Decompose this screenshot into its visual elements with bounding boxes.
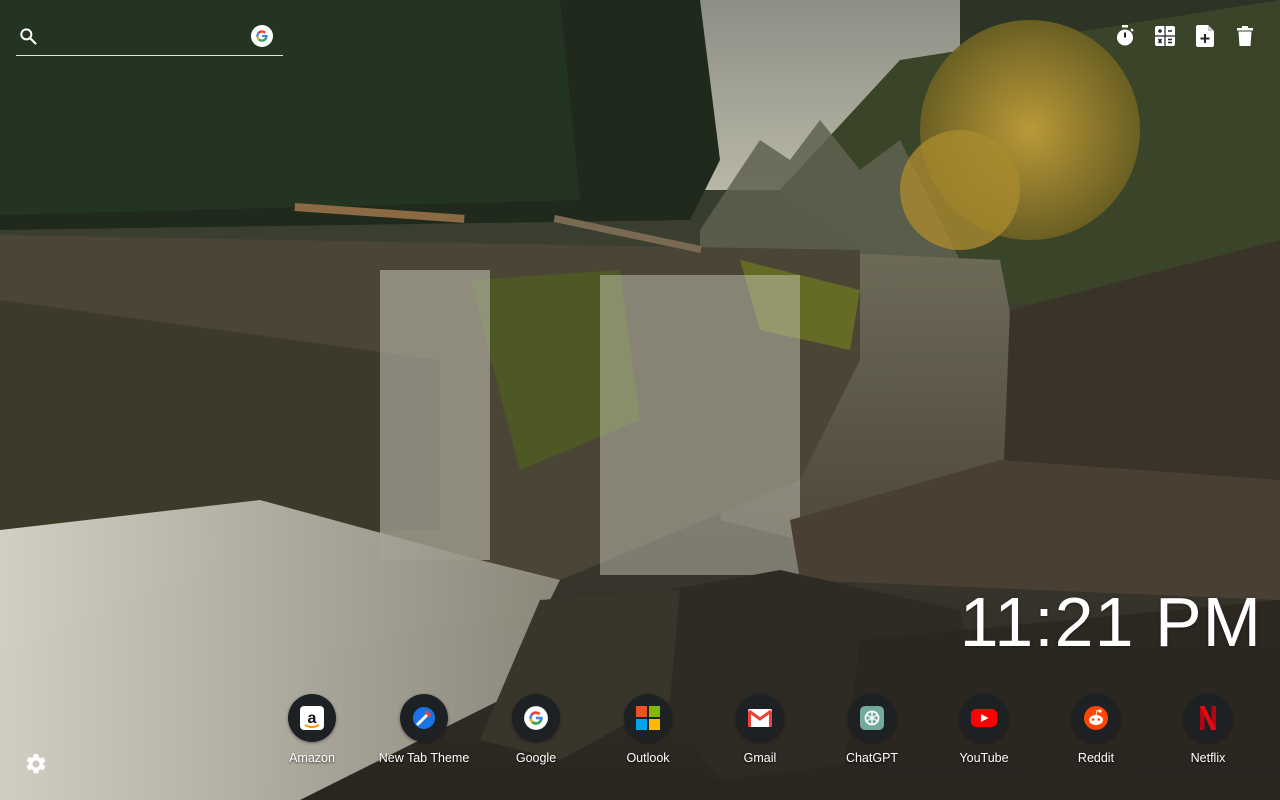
top-toolbar [1114, 24, 1256, 48]
chatgpt-icon [848, 694, 896, 742]
amazon-icon: a [288, 694, 336, 742]
new-note-icon[interactable] [1194, 24, 1216, 48]
shortcut-label: Google [515, 751, 557, 765]
shortcut-label: Outlook [626, 751, 670, 765]
outlook-icon [624, 694, 672, 742]
netflix-icon [1184, 694, 1232, 742]
shortcut-label: Amazon [289, 751, 335, 765]
youtube-icon [960, 694, 1008, 742]
shortcut-amazon[interactable]: a Amazon [256, 690, 368, 765]
search-bar[interactable] [16, 18, 283, 56]
shortcut-youtube[interactable]: YouTube [928, 690, 1040, 765]
search-icon[interactable] [18, 26, 38, 46]
shortcut-outlook[interactable]: Outlook [592, 690, 704, 765]
new-tab-theme-icon [400, 694, 448, 742]
waterfall-landscape-image [0, 0, 1280, 800]
shortcut-reddit[interactable]: Reddit [1040, 690, 1152, 765]
search-input[interactable] [48, 24, 252, 50]
wallpaper-background [0, 0, 1280, 800]
timer-icon[interactable] [1114, 24, 1136, 48]
shortcut-label: Reddit [1077, 751, 1115, 765]
shortcut-google[interactable]: Google [480, 690, 592, 765]
shortcut-label: Gmail [743, 751, 777, 765]
gear-icon[interactable] [24, 752, 48, 776]
reddit-icon [1072, 694, 1120, 742]
svg-text:a: a [308, 710, 317, 727]
shortcut-label: New Tab Theme [378, 751, 470, 765]
clock-time: 11:21 PM [959, 583, 1262, 661]
gmail-icon [736, 694, 784, 742]
shortcut-label: ChatGPT [845, 751, 899, 765]
google-icon [512, 694, 560, 742]
shortcut-label: Netflix [1190, 751, 1226, 765]
shortcut-new-tab-theme[interactable]: New Tab Theme [368, 690, 480, 765]
google-g-icon[interactable] [251, 25, 273, 47]
calculator-icon[interactable] [1154, 24, 1176, 48]
trash-icon[interactable] [1234, 24, 1256, 48]
shortcut-label: YouTube [959, 751, 1009, 765]
shortcut-chatgpt[interactable]: ChatGPT [816, 690, 928, 765]
shortcut-dock: a Amazon New Tab Theme Google Outlook Gm… [0, 690, 1280, 800]
shortcut-netflix[interactable]: Netflix [1152, 690, 1264, 765]
shortcut-gmail[interactable]: Gmail [704, 690, 816, 765]
